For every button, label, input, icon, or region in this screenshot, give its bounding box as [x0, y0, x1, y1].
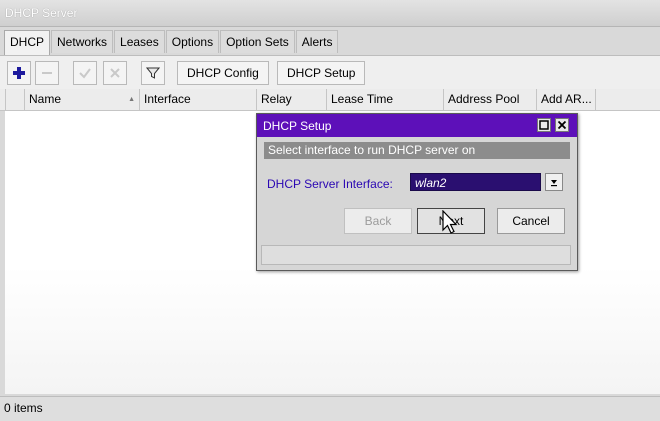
tab-dhcp[interactable]: DHCP	[4, 30, 51, 55]
plus-icon	[13, 67, 25, 79]
filter-icon	[146, 67, 160, 79]
column-header-interface[interactable]: Interface	[139, 89, 256, 110]
server-interface-label: DHCP Server Interface:	[267, 177, 393, 191]
back-button[interactable]: Back	[344, 208, 412, 234]
dropdown-arrow-icon	[551, 180, 557, 187]
tab-option-sets[interactable]: Option Sets	[220, 30, 295, 53]
minus-icon	[42, 72, 52, 74]
dialog-instruction: Select interface to run DHCP server on	[264, 142, 570, 159]
enable-button[interactable]	[73, 61, 97, 85]
tab-leases[interactable]: Leases	[114, 30, 165, 53]
table-header: Name ▲ Interface Relay Lease Time Addres…	[0, 89, 660, 111]
tab-options[interactable]: Options	[165, 30, 220, 53]
sort-ascending-icon: ▲	[128, 96, 135, 103]
mouse-pointer-icon	[442, 209, 458, 239]
window-titlebar: DHCP Server	[0, 0, 660, 27]
status-bar: 0 items	[0, 396, 660, 421]
column-header-lease-time[interactable]: Lease Time	[326, 89, 443, 110]
dialog-titlebar: DHCP Setup	[257, 114, 577, 137]
tab-networks[interactable]: Networks	[51, 30, 114, 53]
check-icon	[79, 68, 91, 79]
disable-button[interactable]	[103, 61, 127, 85]
header-checkbox-column	[5, 89, 24, 110]
tab-bar: DHCP Networks Leases Options Option Sets…	[4, 30, 339, 55]
maximize-button[interactable]	[537, 118, 551, 132]
window-title: DHCP Server	[5, 6, 78, 20]
toolbar: DHCP Config DHCP Setup	[0, 55, 660, 90]
interface-dropdown-button[interactable]	[545, 173, 563, 191]
column-header-name[interactable]: Name ▲	[24, 89, 139, 110]
column-header-label: Name	[29, 92, 62, 106]
filter-button[interactable]	[141, 61, 165, 85]
dhcp-setup-button[interactable]: DHCP Setup	[277, 61, 366, 85]
tab-alerts[interactable]: Alerts	[295, 30, 339, 53]
column-header-address-pool[interactable]: Address Pool	[443, 89, 536, 110]
column-header-relay[interactable]: Relay	[256, 89, 326, 110]
close-button[interactable]	[555, 118, 569, 132]
maximize-icon	[539, 120, 549, 130]
server-interface-select[interactable]: wlan2	[410, 173, 541, 191]
dialog-status-bar	[261, 245, 571, 265]
dhcp-config-button[interactable]: DHCP Config	[177, 61, 269, 85]
remove-button[interactable]	[35, 61, 59, 85]
dialog-title: DHCP Setup	[263, 119, 332, 133]
column-header-add-arp[interactable]: Add AR...	[536, 89, 596, 110]
cross-icon	[110, 68, 120, 78]
item-count: 0 items	[4, 401, 43, 415]
cancel-button[interactable]: Cancel	[497, 208, 565, 234]
add-button[interactable]	[7, 61, 31, 85]
dhcp-setup-dialog: DHCP Setup Select interface to run DHCP …	[256, 113, 578, 271]
close-icon	[557, 120, 567, 130]
